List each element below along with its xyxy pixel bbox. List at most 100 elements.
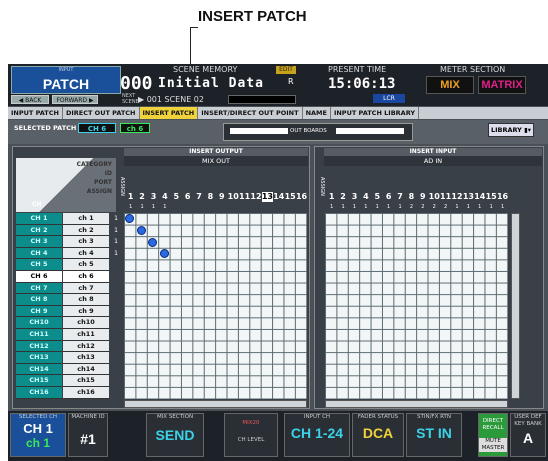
tab-name[interactable]: NAME (303, 107, 331, 119)
assign-tick: 1 (341, 204, 345, 210)
input-horizontal-scrollbar[interactable] (325, 400, 508, 408)
meter-matrix-button[interactable]: MATRIX (478, 76, 526, 94)
mix-section-label: MIX SECTION (156, 414, 194, 420)
scene-title: Initial Data (158, 76, 264, 91)
assign-mark (111, 387, 121, 399)
assign-mark: 1 (114, 226, 118, 234)
insert-output-assign-label: ASSIGN (119, 176, 125, 196)
next-scene-field[interactable] (228, 95, 296, 104)
input-assign-ticks: 1 1 1 1 1 1 1 2 2 2 2 1 1 1 1 1 (326, 204, 508, 210)
port-number: 4 (363, 192, 369, 201)
assign-mark (111, 317, 121, 329)
port-number: 13 (261, 192, 274, 202)
tab-insert-patch[interactable]: INSERT PATCH (139, 107, 199, 119)
mix-level-box[interactable]: MIX20 CH LEVEL (224, 413, 278, 457)
fader-status-box[interactable]: FADER STATUS DCA (352, 413, 404, 457)
channel-row[interactable]: CH 6 (16, 270, 62, 283)
insert-input-header: INSERT INPUT AD IN (324, 148, 542, 166)
patch-point[interactable] (159, 249, 169, 259)
st-in-button[interactable]: ST IN (407, 425, 461, 441)
selected-patch-ch: CH 6 (78, 123, 116, 133)
patch-point[interactable] (136, 225, 146, 235)
next-scene-value[interactable]: ▶ 001 SCENE 02 (138, 95, 204, 104)
assign-tick: 1 (330, 204, 334, 210)
assign-tick: 1 (163, 204, 167, 210)
channel-row[interactable]: CH 1 (16, 213, 62, 225)
output-port-numbers: 1 2 3 4 5 6 7 8 9 10 11 12 13 14 15 16 (125, 192, 307, 202)
lcr-indicator: LCR (373, 94, 405, 103)
channel-row[interactable]: CH16 (16, 386, 62, 399)
port-number: 8 (408, 192, 415, 201)
meter-mix-button[interactable]: MIX (426, 76, 474, 94)
channel-row[interactable]: CH 2 (16, 224, 62, 237)
direct-recall-button[interactable]: DIRECT RECALL MUTE MASTER (478, 413, 508, 457)
input-ch-label: INPUT CH (303, 414, 331, 420)
channel-row[interactable]: CH12 (16, 340, 62, 353)
row-label-assign: ASSIGN (86, 188, 112, 195)
assign-tick: 1 (129, 204, 133, 210)
port-row: ch11 (63, 328, 109, 341)
channel-row[interactable]: CH10 (16, 317, 62, 329)
port-row: ch12 (63, 340, 109, 353)
insert-output-sub: MIX OUT (124, 156, 308, 166)
assign-tick (250, 204, 261, 210)
input-port-numbers: 1 2 3 4 5 6 7 8 9 10 11 12 13 14 15 16 (326, 192, 508, 202)
output-horizontal-scrollbar[interactable] (124, 400, 307, 408)
forward-button[interactable]: FORWARD ▶ (52, 95, 98, 104)
mute-master-button[interactable]: MUTE MASTER (479, 438, 507, 452)
dca-button[interactable]: DCA (353, 425, 403, 441)
insert-input-title: INSERT INPUT (324, 148, 542, 156)
tab-direct-out-patch[interactable]: DIRECT OUT PATCH (63, 107, 140, 119)
channel-row[interactable]: CH14 (16, 363, 62, 376)
assign-tick: 2 (444, 204, 448, 210)
insert-output-grid[interactable] (124, 213, 307, 399)
assign-tick (205, 204, 216, 210)
channel-row[interactable]: CH15 (16, 375, 62, 387)
input-ch-box[interactable]: INPUT CH CH 1-24 (284, 413, 350, 457)
assign-tick: 1 (466, 204, 470, 210)
machine-id: #1 (80, 431, 96, 447)
channel-row[interactable]: CH11 (16, 328, 62, 341)
library-button[interactable]: LIBRARY ▮▾ (488, 123, 534, 137)
callout-title: INSERT PATCH (198, 8, 307, 25)
mix-number: MIX20 (242, 420, 260, 426)
present-time: 15:06:13 (328, 76, 396, 92)
insert-output-header: INSERT OUTPUT MIX OUT (124, 148, 308, 166)
tab-insert-direct-out-point[interactable]: INSERT/DIRECT OUT POINT (198, 107, 303, 119)
channel-row[interactable]: CH 4 (16, 247, 62, 260)
assign-mark (111, 283, 121, 295)
channel-row[interactable]: CH13 (16, 352, 62, 364)
back-button[interactable]: ◀ BACK (11, 95, 49, 104)
port-row: ch 8 (63, 294, 109, 306)
send-button[interactable]: SEND (147, 427, 203, 443)
function-display: INPUT PATCH (11, 66, 121, 94)
channel-row[interactable]: CH 9 (16, 305, 62, 318)
port-number: 3 (150, 192, 157, 201)
port-number: 15 (485, 192, 497, 201)
port-number: 6 (385, 192, 392, 201)
present-time-label: PRESENT TIME (328, 65, 387, 74)
channel-row[interactable]: CH 7 (16, 282, 62, 295)
assign-tick (182, 204, 193, 210)
mix-section-box[interactable]: MIX SECTION SEND (146, 413, 204, 457)
port-number: 10 (428, 192, 440, 201)
port-row: ch 9 (63, 305, 109, 318)
patch-point[interactable] (148, 237, 158, 247)
input-ch-button[interactable]: CH 1-24 (285, 425, 349, 441)
user-def-box[interactable]: USER DEF KEY BANK A (510, 413, 546, 457)
assign-tick (262, 204, 273, 210)
channel-row[interactable]: CH 3 (16, 236, 62, 248)
vertical-scrollbar[interactable] (511, 213, 520, 399)
channel-row[interactable]: CH 8 (16, 294, 62, 306)
insert-input-grid[interactable] (325, 213, 508, 399)
out-boards-label: OUT BOARDS (290, 128, 327, 134)
channel-row[interactable]: CH 5 (16, 259, 62, 271)
stin-box[interactable]: STIN/FX RTN ST IN (406, 413, 462, 457)
assign-tick: 1 (398, 204, 402, 210)
tab-input-patch-library[interactable]: INPUT PATCH LIBRARY (331, 107, 420, 119)
patch-point[interactable] (125, 214, 135, 224)
tab-input-patch[interactable]: INPUT PATCH (8, 107, 63, 119)
selected-ch-port: ch 1 (25, 436, 50, 450)
insert-output-title: INSERT OUTPUT (124, 148, 308, 156)
console-screen: INPUT PATCH ◀ BACK FORWARD ▶ SCENE MEMOR… (8, 64, 548, 461)
